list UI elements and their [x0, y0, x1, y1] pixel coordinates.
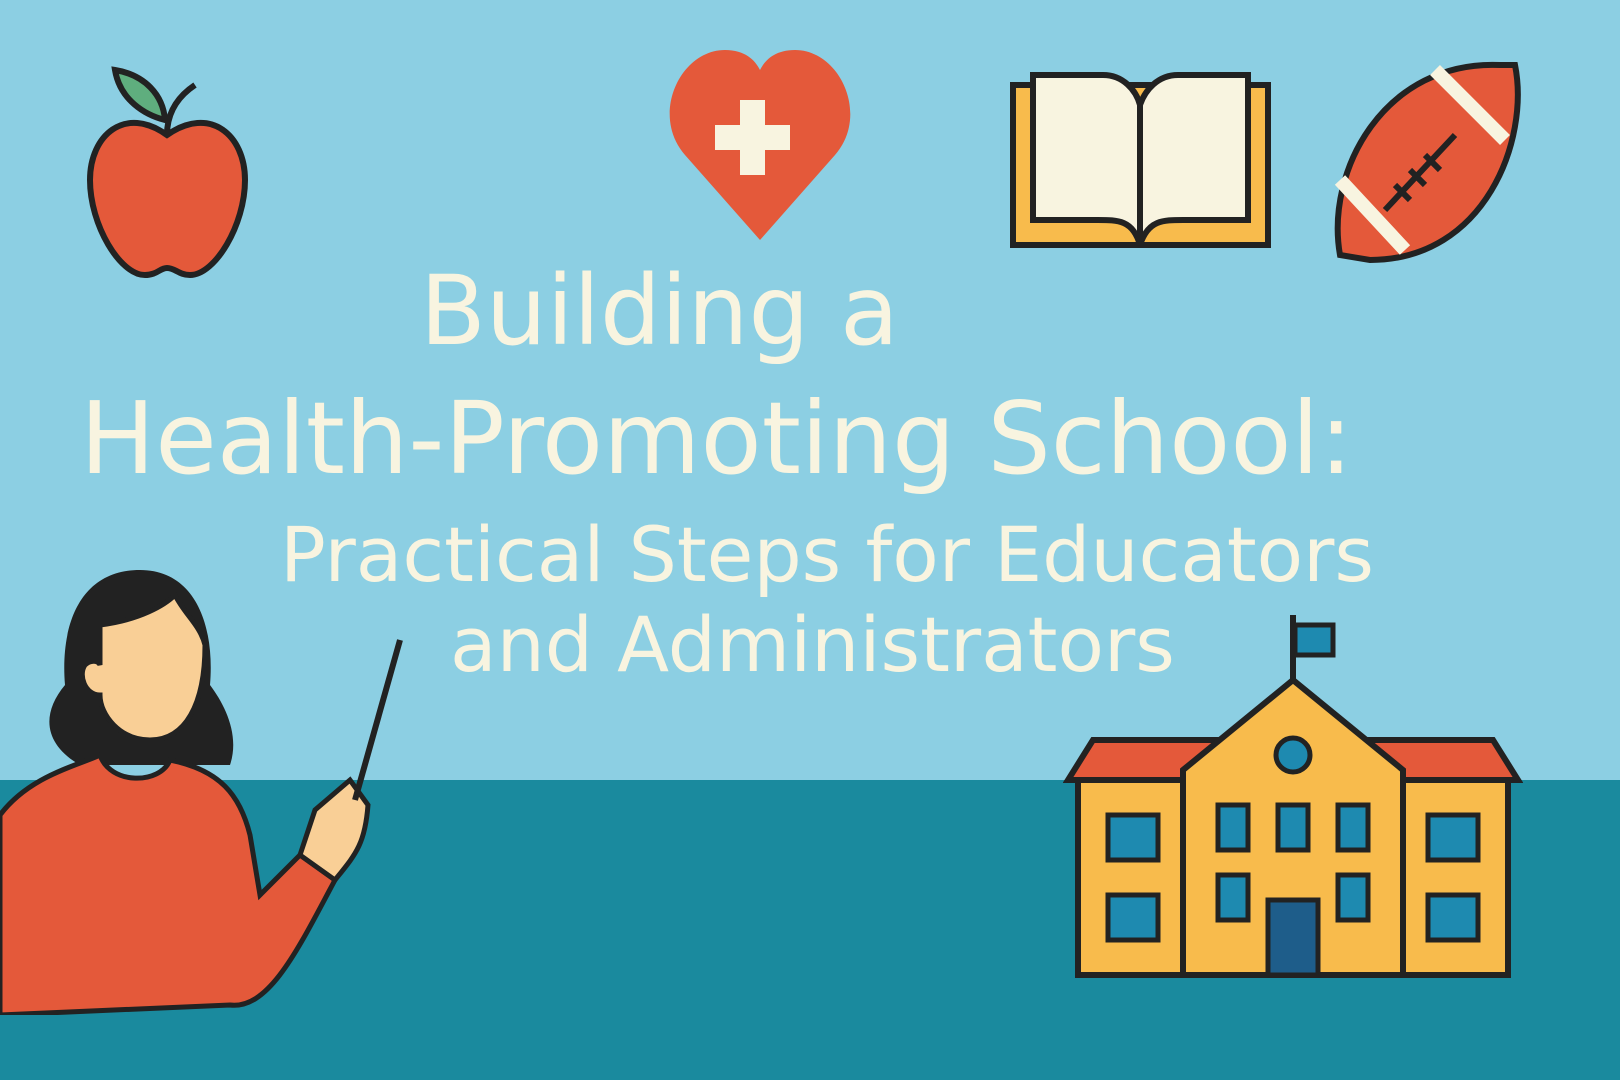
book-icon	[1010, 72, 1271, 248]
school-building-icon	[1063, 615, 1523, 978]
teacher-illustration	[0, 570, 403, 1015]
title-line-1: Building a	[420, 255, 899, 367]
football-icon	[1334, 61, 1521, 264]
heart-health-icon	[669, 50, 851, 240]
apple-icon	[86, 66, 249, 279]
subtitle-line-1: Practical Steps for Educators	[280, 510, 1375, 599]
title-line-2: Health-Promoting School:	[80, 380, 1353, 497]
